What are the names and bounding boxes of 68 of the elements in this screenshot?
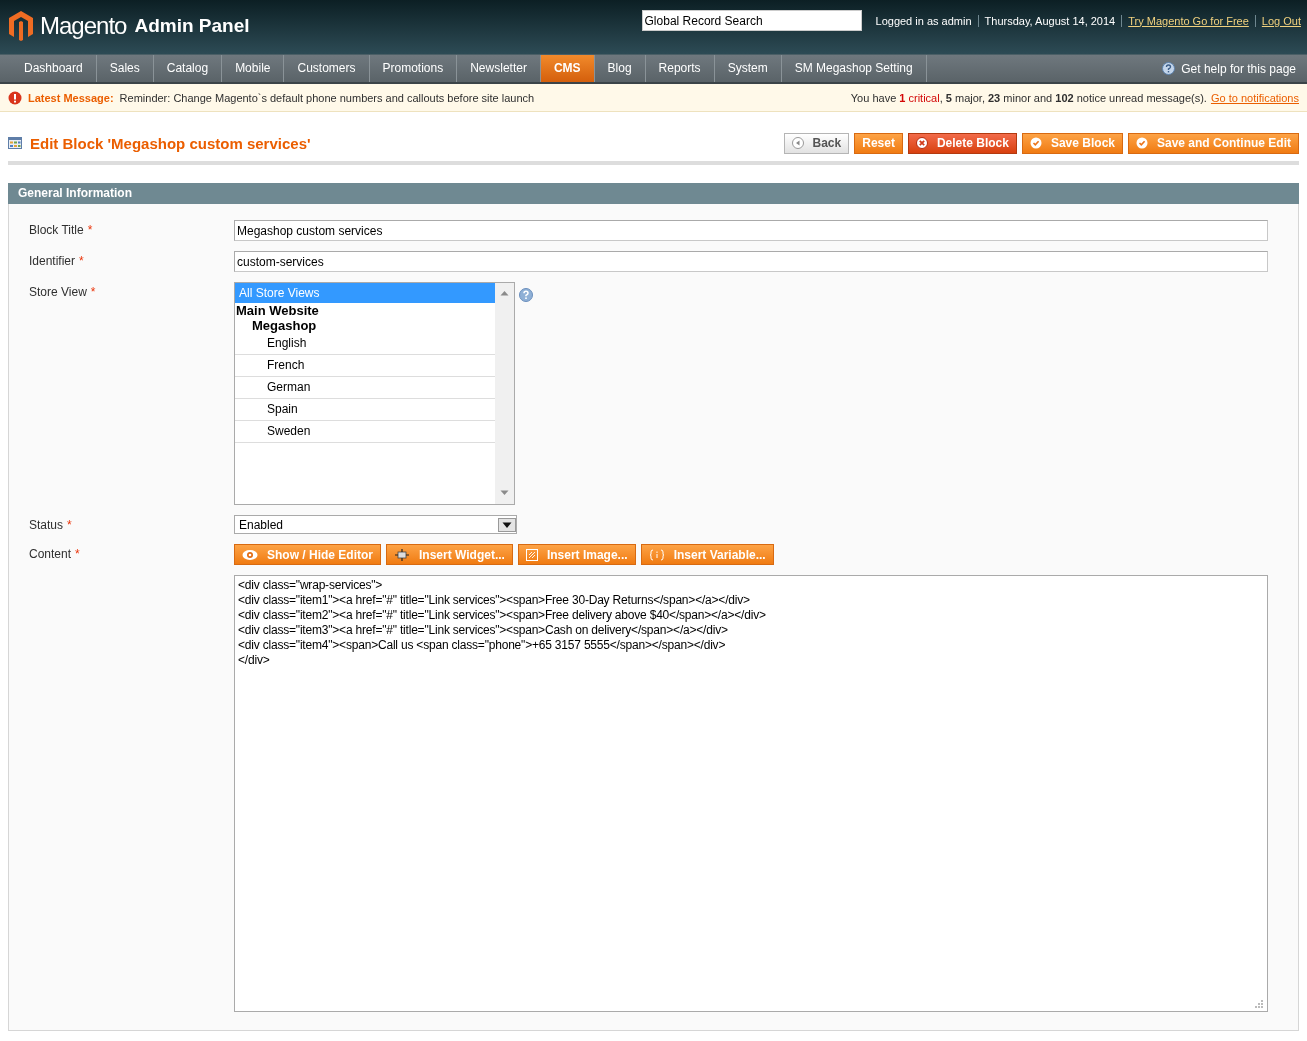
header-text: Thursday, August 14, 2014 [977, 14, 1116, 27]
header-link[interactable]: Log Out [1254, 14, 1301, 27]
nav-menu-item[interactable]: Mobile [222, 55, 285, 82]
notification-summary: You have 1 critical, 5 major, 23 minor and 102 notice unread message(s). [850, 91, 1207, 104]
required-mark: * [87, 223, 93, 237]
field-label: Block Title [29, 223, 84, 237]
section-header: General Information [8, 183, 1299, 204]
braces-icon [648, 548, 665, 561]
nav-menu-item[interactable]: Reports [645, 55, 715, 82]
status-dropdown[interactable]: Enabled [234, 515, 517, 534]
nav-menu-item[interactable]: Newsletter [457, 55, 541, 82]
list-option[interactable]: German [235, 377, 495, 399]
list-option[interactable]: All Store Views [235, 283, 495, 303]
magento-logo-icon [8, 10, 34, 41]
grid-icon [8, 137, 22, 149]
nav-menu-item[interactable]: Customers [284, 55, 370, 82]
content-textarea[interactable] [234, 575, 1268, 1012]
logo-subtitle: Admin Panel [134, 14, 250, 37]
nav-menu-item[interactable]: Dashboard [11, 55, 97, 82]
header-text: Logged in as admin [875, 14, 972, 27]
action-button[interactable]: Back [783, 132, 850, 154]
help-icon [519, 288, 533, 302]
scroll-up-arrow-icon [500, 290, 509, 296]
nav-menu-item[interactable]: SM Megashop Setting [781, 55, 927, 82]
nav-menu-item[interactable]: Promotions [369, 55, 458, 82]
text-input[interactable]: Megashop custom services [234, 220, 1268, 241]
resize-grip-icon [1254, 999, 1263, 1008]
action-button[interactable]: Delete Block [907, 132, 1017, 154]
scrollbar[interactable] [495, 283, 514, 504]
required-mark: * [90, 285, 96, 299]
checkmark-icon [1136, 137, 1148, 149]
store-view-list[interactable]: All Store Views Main Website Megashop English French German Spain Sweden [234, 282, 515, 505]
alert-icon [8, 90, 22, 105]
list-option[interactable]: French [235, 355, 495, 377]
nav-menu-item[interactable]: System [714, 55, 782, 82]
option-group-label: Main Website [235, 303, 320, 318]
text-input[interactable]: custom-services [234, 251, 1268, 272]
list-option[interactable]: Spain [235, 399, 495, 421]
checkmark-icon [1029, 137, 1042, 149]
notifications-link[interactable]: Go to notifications [1210, 91, 1299, 104]
cross-icon [915, 137, 928, 149]
option-group-label: Megashop [251, 318, 318, 333]
field-label: Store View [29, 285, 87, 299]
required-mark: * [75, 547, 80, 561]
page-title: Edit Block 'Megashop custom services' [30, 134, 311, 152]
eye-icon [242, 548, 258, 561]
help-link[interactable]: Get help for this page [1181, 61, 1296, 76]
logo-text: Magento [40, 11, 127, 40]
list-option[interactable]: Sweden [235, 421, 495, 443]
nav-menu-item[interactable]: Blog [594, 55, 646, 82]
scroll-down-arrow-icon [500, 490, 509, 496]
search-field[interactable]: Global Record Search [641, 10, 862, 31]
nav-menu-item[interactable]: Catalog [153, 55, 223, 82]
field-label: Identifier [29, 254, 76, 268]
required-mark: * [79, 254, 84, 268]
html-code-text: <div class="wrap-services"> <div class="item1"><a href="#" title="Link services"><span>Free 30-Day Returns</span></a></div> <div class="item2"><a href="#" title="Link services"><span>Free delivery above $40</span></a></div> <div class="item3"><a href="#" title="Link services"><span>Cash on delivery</span></a></div> <div class="item4"><span>Call us <span class="phone">+65 3157 5555</span></span></div> </div> [237, 577, 767, 669]
picture-frame-icon [525, 548, 538, 561]
field-label: Status [29, 518, 64, 532]
help-icon [1162, 62, 1176, 75]
required-mark: * [67, 518, 72, 532]
header-link[interactable]: Try Magento Go for Free [1121, 14, 1249, 27]
field-label: Content [29, 547, 72, 561]
message-label: Latest Message: [28, 91, 114, 104]
crosshair-widget-icon [394, 548, 410, 561]
nav-menu-item[interactable]: CMS [540, 55, 595, 82]
message-text: Reminder: Change Magento`s default phone numbers and callouts before site launch [119, 91, 535, 104]
nav-menu-item[interactable]: Sales [96, 55, 154, 82]
list-option[interactable]: English [235, 333, 495, 355]
